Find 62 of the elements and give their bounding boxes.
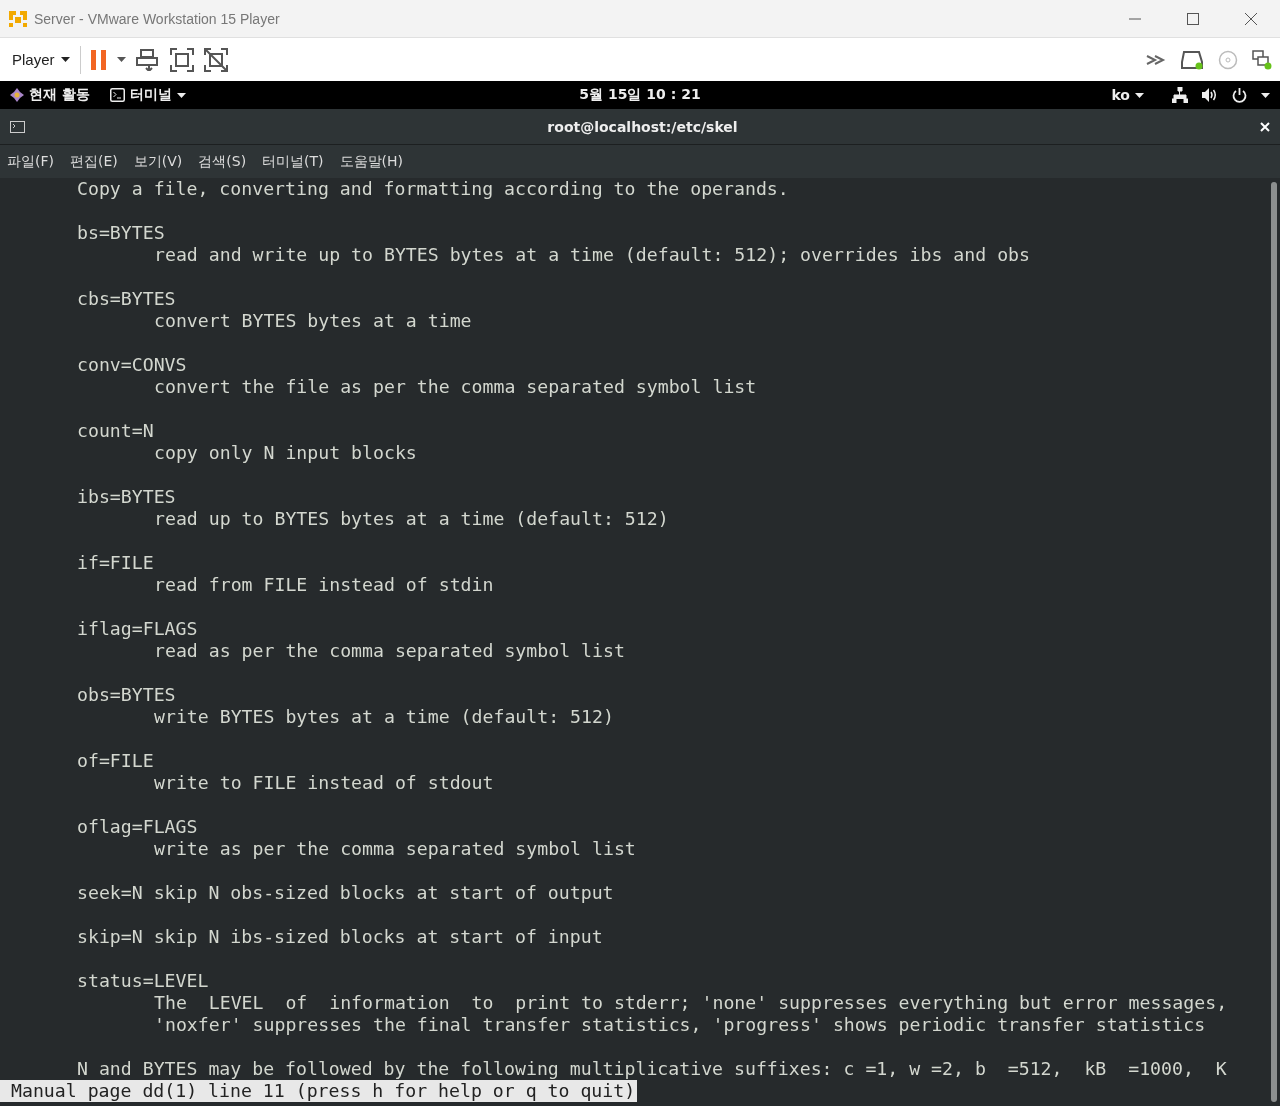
caret-icon [1135,92,1144,98]
menu-item[interactable]: 도움말(H) [339,152,404,171]
terminal-icon [109,88,125,102]
menu-item[interactable]: 파일(F) [7,152,54,171]
description-text: 'noxfer' suppresses the final transfer statistics, 'progress' shows periodic transfer statistics [154,1014,1206,1035]
network-icon [1172,87,1188,103]
menu-item[interactable]: 보기(V) [133,152,183,171]
caret-icon [116,57,126,62]
menu-item[interactable]: 터미널(T) [262,152,324,171]
menu-item[interactable]: 검색(S) [198,152,247,171]
terminal-text: obs=BYTES [77,684,176,705]
app-logo-icon [8,8,28,29]
close-icon [1245,12,1257,25]
terminal-text: skip=N skip N ibs-sized blocks at start of input [77,926,603,947]
description-text: write BYTES bytes at a time (default: 512) [154,706,614,727]
volume-icon [1202,88,1218,102]
caret-icon [1261,92,1270,98]
terminal-text: seek=N skip N obs-sized blocks at start of output [77,882,614,903]
dropdown-button[interactable] [116,57,126,62]
activities-button[interactable]: 현재 활동 [10,86,90,104]
description-text: The LEVEL of information to print to stderr; 'none' suppresses everything but error messages, [154,992,1228,1013]
send-keys-icon[interactable] [135,48,160,71]
hard-disk-icon[interactable] [1180,49,1204,70]
window-title: Server - VMware Workstation 15 Player [34,10,280,27]
menu-item[interactable]: 편집(E) [70,152,118,171]
chevrons-icon[interactable] [1146,53,1166,66]
input-method-button[interactable]: ko [1111,87,1144,103]
description-text: convert BYTES bytes at a time [154,310,472,331]
terminal-text: of=FILE [77,750,154,771]
terminal-text: oflag=FLAGS [77,816,198,837]
app-menu-button[interactable]: 터미널 [109,86,186,104]
terminal-text: bs=BYTES [77,222,165,243]
terminal-text: N and BYTES may be followed by the following multiplicative suffixes: c =1, w =2, b =512, kB =1000, K [77,1058,1227,1079]
power-icon [1232,87,1247,103]
terminal-text: Copy a file, converting and formatting according to the operands. [77,178,789,199]
description-text: read as per the comma separated symbol list [154,640,625,661]
minimize-icon [1129,17,1141,20]
player-menu-button[interactable]: Player [12,51,70,68]
description-text: read up to BYTES bytes at a time (default: 512) [154,508,669,529]
terminal-text: status=LEVEL [77,970,209,991]
caret-icon [60,57,70,62]
maximize-icon [1187,12,1199,25]
close-button[interactable] [1260,121,1270,132]
terminal-title: root@localhost:/etc/skel [546,118,739,135]
description-text: write to FILE instead of stdout [154,772,494,793]
terminal-icon [10,120,25,133]
description-text: write as per the comma separated symbol list [154,838,636,859]
network-adapter-icon[interactable] [1252,49,1272,70]
description-text: read and write up to BYTES bytes at a time (default: 512); overrides ibs and obs [154,244,1030,265]
terminal-text: ibs=BYTES [77,486,176,507]
caret-icon [176,92,186,98]
terminal-text: iflag=FLAGS [77,618,198,639]
clock[interactable]: 5월 15일 10 : 21 [579,86,701,102]
terminal-text: if=FILE [77,552,154,573]
terminal-text: count=N [77,420,154,441]
fullscreen-icon[interactable] [169,47,194,72]
pause-button[interactable] [90,49,107,70]
terminal-text: conv=CONVS [77,354,187,375]
description-text: read from FILE instead of stdin [154,574,494,595]
terminal-text: cbs=BYTES [77,288,176,309]
description-text: convert the file as per the comma separated symbol list [154,376,757,397]
description-text: copy only N input blocks [154,442,417,463]
